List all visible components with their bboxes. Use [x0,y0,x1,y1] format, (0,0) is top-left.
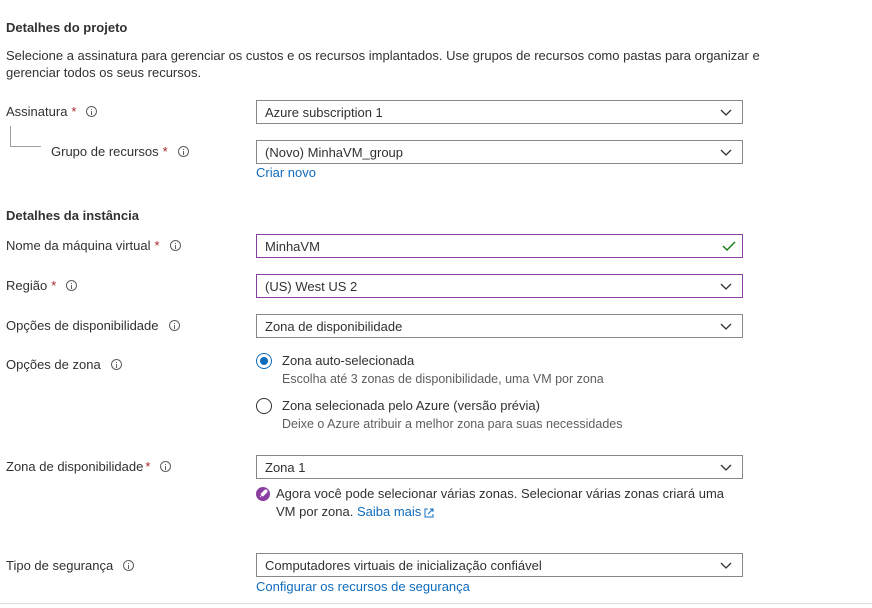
checkmark-icon [722,241,736,251]
required-marker: * [154,238,160,253]
instance-details-title: Detalhes da instância [6,208,139,223]
vm-name-label-text: Nome da máquina virtual [6,238,151,253]
external-link-icon [424,508,434,518]
required-marker: * [145,459,151,474]
zone-option-auto-subtitle: Escolha até 3 zonas de disponibilidade, … [282,372,604,386]
multi-zone-notice: Agora você pode selecionar várias zonas.… [256,485,746,521]
create-new-resource-group-link[interactable]: Criar novo [256,165,316,180]
zone-option-auto[interactable]: Zona auto-selecionada Escolha até 3 zona… [256,352,604,388]
region-label: Região * [6,278,78,293]
availability-options-label: Opções de disponibilidade [6,318,180,333]
project-details-title: Detalhes do projeto [6,20,128,35]
learn-more-link[interactable]: Saiba mais [357,504,434,519]
zone-options-label-text: Opções de zona [6,357,101,372]
subscription-label-text: Assinatura [6,104,68,119]
security-type-value: Computadores virtuais de inicialização c… [265,557,542,573]
learn-more-link-text: Saiba mais [356,504,422,519]
vm-name-label: Nome da máquina virtual * [6,238,181,253]
info-icon[interactable] [110,359,122,370]
security-type-dropdown[interactable]: Computadores virtuais de inicialização c… [256,553,743,577]
security-type-label: Tipo de segurança [6,558,135,573]
availability-zone-value: Zona 1 [265,459,306,475]
region-label-text: Região [6,278,48,293]
availability-options-dropdown[interactable]: Zona de disponibilidade [256,314,743,338]
subscription-dropdown[interactable]: Azure subscription 1 [256,100,743,124]
resource-group-label-text: Grupo de recursos [51,144,159,159]
project-details-description: Selecione a assinatura para gerenciar os… [6,48,760,80]
chevron-down-icon [720,323,732,330]
availability-zone-dropdown[interactable]: Zona 1 [256,455,743,479]
radio-button[interactable] [256,398,272,414]
availability-zone-label-text: Zona de disponibilidade [6,459,144,474]
chevron-down-icon [720,562,732,569]
security-type-label-text: Tipo de segurança [6,558,114,573]
availability-zone-label: Zona de disponibilidade * [6,459,172,474]
info-icon[interactable] [177,146,189,157]
vm-name-value: MinhaVM [265,238,320,254]
multi-zone-notice-text: Agora você pode selecionar várias zonas.… [276,486,725,519]
resource-group-dropdown[interactable]: (Novo) MinhaVM_group [256,140,743,164]
info-icon[interactable] [168,320,180,331]
subscription-label: Assinatura * [6,104,98,119]
vm-create-basics-form: Detalhes do projeto Selecione a assinatu… [0,0,872,608]
zone-option-azure[interactable]: Zona selecionada pelo Azure (versão prév… [256,397,622,433]
region-dropdown[interactable]: (US) West US 2 [256,274,743,298]
info-icon[interactable] [86,106,98,117]
info-icon[interactable] [160,461,172,472]
zone-option-azure-subtitle: Deixe o Azure atribuir a melhor zona par… [282,417,623,431]
region-value: (US) West US 2 [265,278,358,294]
availability-options-label-text: Opções de disponibilidade [6,318,159,333]
chevron-down-icon [720,109,732,116]
configure-security-link[interactable]: Configurar os recursos de segurança [256,579,470,594]
info-icon[interactable] [66,280,78,291]
required-marker: * [162,144,168,159]
subscription-value: Azure subscription 1 [265,104,383,120]
zone-option-auto-title: Zona auto-selecionada [282,353,415,368]
required-marker: * [71,104,77,119]
rocket-icon [256,487,270,501]
zone-option-azure-title: Zona selecionada pelo Azure (versão prév… [282,398,540,413]
zone-options-label: Opções de zona [6,357,122,372]
chevron-down-icon [720,464,732,471]
resource-group-value: (Novo) MinhaVM_group [265,144,404,160]
tree-connector [10,126,41,147]
chevron-down-icon [720,149,732,156]
info-icon[interactable] [123,560,135,571]
availability-options-value: Zona de disponibilidade [265,318,403,334]
resource-group-label: Grupo de recursos * [51,144,189,159]
vm-name-input[interactable]: MinhaVM [256,234,743,258]
divider [0,603,872,604]
info-icon[interactable] [169,240,181,251]
required-marker: * [51,278,57,293]
chevron-down-icon [720,283,732,290]
radio-button-selected[interactable] [256,353,272,369]
